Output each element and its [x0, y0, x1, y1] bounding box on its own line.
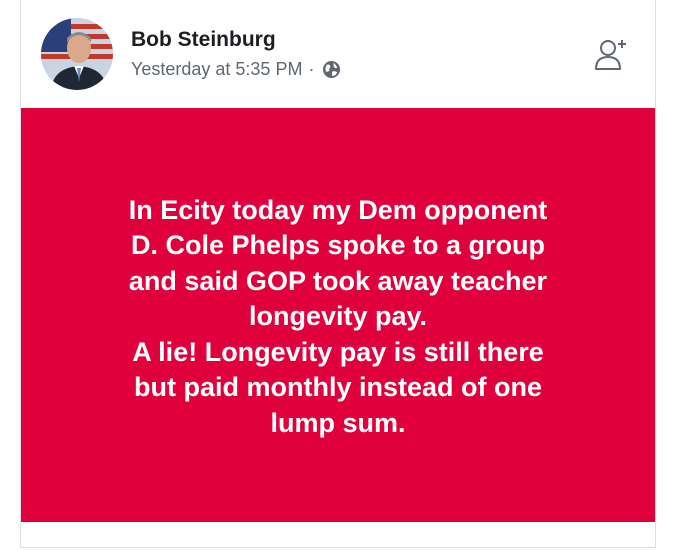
profile-photo-icon: [41, 18, 113, 90]
globe-icon[interactable]: [322, 60, 341, 79]
post-card: Bob Steinburg Yesterday at 5:35 PM · In …: [20, 0, 656, 548]
avatar[interactable]: [41, 18, 113, 90]
add-friend-icon[interactable]: [593, 36, 629, 72]
meta-separator: ·: [308, 59, 315, 79]
author-name[interactable]: Bob Steinburg: [131, 28, 276, 52]
post-timestamp[interactable]: Yesterday at 5:35 PM: [131, 59, 302, 80]
post-text: In Ecity today my Dem opponent D. Cole P…: [128, 194, 548, 438]
post-meta: Yesterday at 5:35 PM ·: [131, 59, 341, 80]
post-content-background: In Ecity today my Dem opponent D. Cole P…: [21, 108, 655, 522]
post-header: Bob Steinburg Yesterday at 5:35 PM ·: [21, 0, 655, 108]
